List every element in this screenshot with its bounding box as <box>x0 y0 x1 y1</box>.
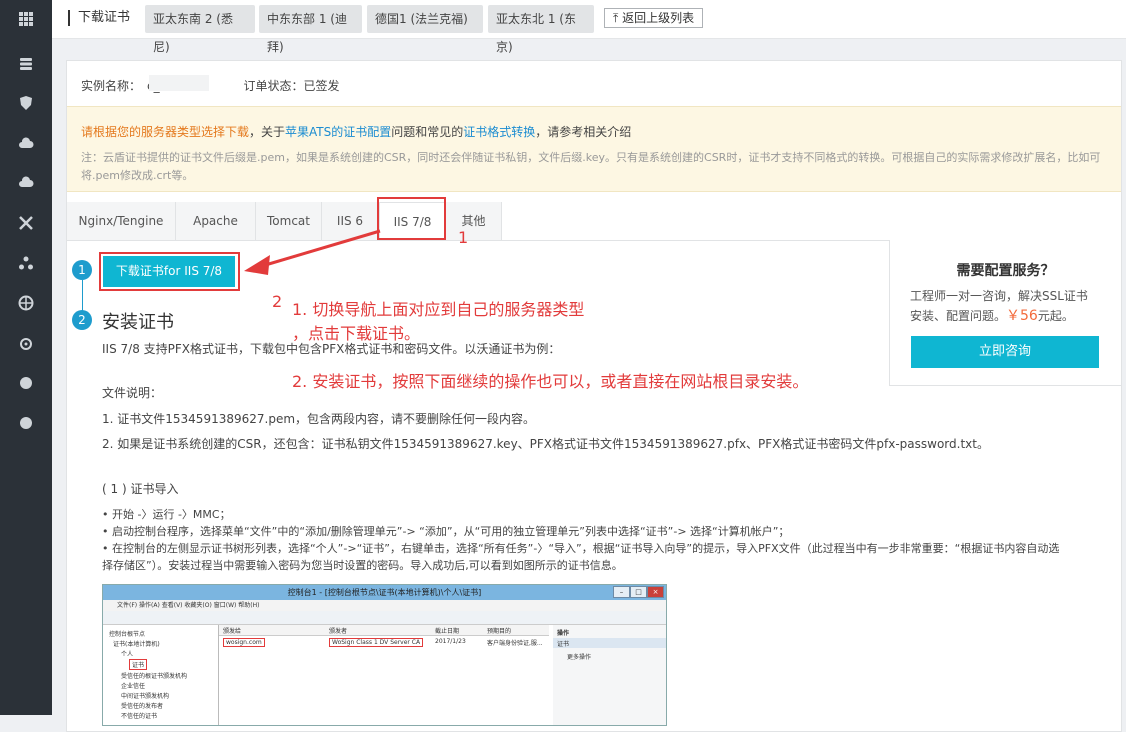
service-desc-line2: 安装、配置问题。￥56元起。 <box>910 308 1074 324</box>
file-item-1: 1. 证书文件1534591389627.pem，包含两段内容，请不要删除任何一… <box>102 412 536 426</box>
annotation-number-2: 2 <box>272 292 283 311</box>
import-title: ( 1 ) 证书导入 <box>102 482 179 496</box>
tree-item: 中间证书颁发机构 <box>121 693 170 700</box>
notice-note: 注：云盾证书提供的证书文件后缀是.pem，如果是系统创建的CSR，同时还会伴随证… <box>81 151 1101 182</box>
redaction <box>149 75 209 91</box>
service-panel: 需要配置服务？ 工程师一对一咨询，解决SSL证书 安装、配置问题。￥56元起。 … <box>889 240 1121 386</box>
install-title: 安装证书 <box>102 312 174 333</box>
import-step-2: • 启动控制台程序，选择菜单“文件”中的“添加/删除管理单元”-> “添加”，从… <box>102 525 790 538</box>
import-step-1: • 开始 -〉运行 -〉MMC； <box>102 508 231 521</box>
region-tab-sydney[interactable]: 亚太东南 2 (悉尼) <box>145 5 255 54</box>
cloud-upload-icon[interactable] <box>0 164 52 202</box>
tree-item: 不信任的证书 <box>121 713 158 720</box>
notice-text-2: 问题和常见的 <box>391 125 464 139</box>
tree-item: 证书(本地计算机) <box>113 641 160 648</box>
tab-other[interactable]: 其他 <box>446 202 502 240</box>
page-title: 下载证书 <box>68 10 130 26</box>
shield-icon[interactable] <box>0 84 52 122</box>
annotation-number-1: 1 <box>458 228 469 247</box>
close-icon: × <box>647 586 664 598</box>
sidebar <box>0 0 52 715</box>
format-convert-link[interactable]: 证书格式转换 <box>463 125 535 139</box>
region-tab-frankfurt[interactable]: 德国1 (法兰克福) <box>367 5 483 33</box>
notice-emphasis: 请根据您的服务器类型选择下载 <box>81 125 250 139</box>
tree-item: 企业信任 <box>121 683 146 690</box>
step-1-badge: 1 <box>72 260 92 280</box>
cert-row-issuer: WoSign Class 1 DV Server CA <box>329 638 424 647</box>
consult-button[interactable]: 立即咨询 <box>911 336 1099 368</box>
maximize-icon: □ <box>630 586 647 598</box>
step-connector <box>82 280 83 312</box>
service-price: ￥56 <box>1006 308 1038 324</box>
mmc-actions: 操作 证书 更多操作 <box>553 625 666 725</box>
service-title: 需要配置服务？ <box>956 263 1055 279</box>
annotation-arrow <box>244 229 381 275</box>
annotation-box-tab <box>377 197 446 240</box>
top-bar: 下载证书 亚太东南 2 (悉尼) 中东东部 1 (迪拜) 德国1 (法兰克福) … <box>52 0 1126 54</box>
status-value: 已签发 <box>303 79 340 93</box>
tree-item: 受信任的根证书颁发机构 <box>121 673 188 680</box>
region-tab-tokyo[interactable]: 亚太东北 1 (东京) <box>488 5 594 54</box>
dot-icon[interactable] <box>0 404 52 442</box>
annotation-line-2: 2. 安装证书，按照下面继续的操作也可以，或者直接在网站根目录安装。 <box>292 372 809 391</box>
intro-text: IIS 7/8 支持PFX格式证书，下载包中包含PFX格式证书和密码文件。以沃通… <box>102 342 561 356</box>
cert-row-name: wosign.com <box>223 638 265 647</box>
region-tab-dubai[interactable]: 中东东部 1 (迪拜) <box>259 5 362 54</box>
notice-line: 请根据您的服务器类型选择下载，关于苹果ATS的证书配置问题和常见的证书格式转换，… <box>81 123 631 140</box>
tab-nginx[interactable]: Nginx/Tengine <box>67 202 176 240</box>
minimize-icon: – <box>613 586 630 598</box>
mmc-menubar: 文件(F) 操作(A) 查看(V) 收藏夹(O) 窗口(W) 帮助(H) <box>103 600 666 611</box>
mmc-screenshot: 控制台1 - [控制台根节点\证书(本地计算机)\个人\证书] – □ × 文件… <box>102 584 667 726</box>
mmc-tree: 控制台根节点 证书(本地计算机) 个人 证书 受信任的根证书颁发机构 企业信任 … <box>103 625 219 725</box>
dot-icon[interactable] <box>0 364 52 402</box>
grid-icon[interactable] <box>0 0 52 38</box>
tree-item: 受信任的发布者 <box>121 703 164 710</box>
step-2-badge: 2 <box>72 310 92 330</box>
status-label: 订单状态： <box>243 79 304 93</box>
mmc-titlebar: 控制台1 - [控制台根节点\证书(本地计算机)\个人\证书] <box>103 585 666 600</box>
settings-icon[interactable] <box>0 324 52 362</box>
tree-item: 证书 <box>129 659 148 670</box>
cluster-icon[interactable] <box>0 244 52 282</box>
notice-text-3: ，请参考相关介绍 <box>535 125 632 139</box>
annotation-box-download <box>99 252 240 291</box>
ats-config-link[interactable]: 苹果ATS的证书配置 <box>285 125 391 139</box>
back-label: 返回上级列表 <box>622 11 695 25</box>
import-step-4: 择存储区”）。安装过程当中需要输入密码为您当时设置的密码。导入成功后,可以看到如… <box>102 559 623 572</box>
server-tabs: Nginx/Tengine Apache Tomcat IIS 6 IIS 7/… <box>67 202 1121 241</box>
service-desc: 工程师一对一咨询，解决SSL证书 安装、配置问题。￥56元起。 <box>910 286 1110 326</box>
back-button[interactable]: ⤒ 返回上级列表 <box>604 8 704 28</box>
service-desc-line1: 工程师一对一咨询，解决SSL证书 <box>910 289 1088 303</box>
notice-text-1: ，关于 <box>249 125 286 139</box>
globe-icon[interactable] <box>0 284 52 322</box>
cloud-icon[interactable] <box>0 124 52 162</box>
annotation-line-1: 1. 切换导航上面对应到自己的服务器类型 <box>292 300 585 319</box>
database-icon[interactable] <box>0 45 52 83</box>
tree-item: 控制台根节点 <box>109 631 146 638</box>
network-icon[interactable] <box>0 204 52 242</box>
notice-panel: 请根据您的服务器类型选择下载，关于苹果ATS的证书配置问题和常见的证书格式转换，… <box>67 106 1121 192</box>
back-icon: ⤒ <box>613 11 619 25</box>
tree-item: 个人 <box>121 651 134 658</box>
mmc-toolbar <box>103 611 666 625</box>
mmc-list: 颁发给 颁发者 截止日期 预期目的 wosign.com WoSign Clas… <box>219 625 549 725</box>
import-step-3: • 在控制台的左侧显示证书树形列表，选择“个人”->“证书”，右键单击，选择“所… <box>102 542 1060 555</box>
info-row: 实例名称：c_ 订单状态：已签发 <box>81 77 345 94</box>
file-item-2: 2. 如果是证书系统创建的CSR，还包含：证书私钥文件1534591389627… <box>102 437 989 451</box>
file-desc-label: 文件说明： <box>102 386 163 400</box>
instance-label: 实例名称： <box>81 79 142 93</box>
